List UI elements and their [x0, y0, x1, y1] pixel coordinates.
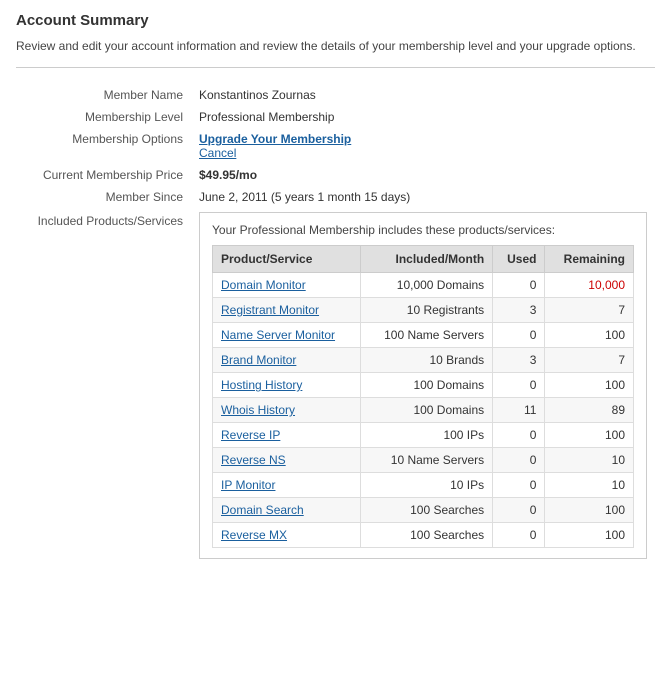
included-cell: 10 Name Servers — [360, 448, 492, 473]
membership-price-value: $49.95/mo — [191, 164, 655, 186]
table-row: Reverse MX 100 Searches0100 — [213, 523, 634, 548]
member-since-label: Member Since — [16, 186, 191, 208]
page-title: Account Summary — [16, 12, 655, 29]
products-table: Product/Service Included/Month Used Rema… — [212, 245, 634, 548]
included-products-row: Included Products/Services Your Professi… — [16, 208, 655, 563]
membership-price-label: Current Membership Price — [16, 164, 191, 186]
cancel-link[interactable]: Cancel — [199, 146, 647, 160]
remaining-cell: 100 — [545, 523, 634, 548]
remaining-cell: 100 — [545, 373, 634, 398]
included-products-box: Your Professional Membership includes th… — [199, 212, 647, 559]
used-cell: 3 — [493, 298, 545, 323]
product-link[interactable]: IP Monitor — [221, 478, 275, 492]
product-name-cell: Registrant Monitor — [213, 298, 361, 323]
used-cell: 3 — [493, 348, 545, 373]
col-product: Product/Service — [213, 246, 361, 273]
included-cell: 100 Domains — [360, 398, 492, 423]
table-row: Reverse NS 10 Name Servers010 — [213, 448, 634, 473]
col-used: Used — [493, 246, 545, 273]
product-link[interactable]: Domain Monitor — [221, 278, 306, 292]
page-description: Review and edit your account information… — [16, 37, 655, 55]
product-link[interactable]: Reverse NS — [221, 453, 286, 467]
product-name-cell: Whois History — [213, 398, 361, 423]
remaining-cell: 89 — [545, 398, 634, 423]
products-table-header: Product/Service Included/Month Used Rema… — [213, 246, 634, 273]
member-since-value: June 2, 2011 (5 years 1 month 15 days) — [191, 186, 655, 208]
membership-options-value: Upgrade Your Membership Cancel — [191, 128, 655, 164]
remaining-cell: 10 — [545, 448, 634, 473]
col-included: Included/Month — [360, 246, 492, 273]
used-cell: 0 — [493, 448, 545, 473]
remaining-cell: 7 — [545, 298, 634, 323]
table-row: IP Monitor 10 IPs010 — [213, 473, 634, 498]
used-cell: 0 — [493, 473, 545, 498]
included-products-label: Included Products/Services — [16, 208, 191, 563]
used-cell: 0 — [493, 373, 545, 398]
included-cell: 100 Searches — [360, 498, 492, 523]
product-name-cell: Domain Monitor — [213, 273, 361, 298]
remaining-cell: 100 — [545, 323, 634, 348]
included-cell: 100 IPs — [360, 423, 492, 448]
table-row: Name Server Monitor 100 Name Servers0100 — [213, 323, 634, 348]
table-row: Domain Search 100 Searches0100 — [213, 498, 634, 523]
used-cell: 0 — [493, 423, 545, 448]
membership-level-value: Professional Membership — [191, 106, 655, 128]
table-row: Domain Monitor 10,000 Domains010,000 — [213, 273, 634, 298]
product-link[interactable]: Reverse MX — [221, 528, 287, 542]
membership-price-row: Current Membership Price $49.95/mo — [16, 164, 655, 186]
remaining-cell: 7 — [545, 348, 634, 373]
included-cell: 10 Brands — [360, 348, 492, 373]
included-cell: 100 Searches — [360, 523, 492, 548]
product-name-cell: Brand Monitor — [213, 348, 361, 373]
table-row: Registrant Monitor 10 Registrants37 — [213, 298, 634, 323]
remaining-cell: 100 — [545, 498, 634, 523]
remaining-cell: 100 — [545, 423, 634, 448]
account-info-table: Member Name Konstantinos Zournas Members… — [16, 84, 655, 563]
member-name-row: Member Name Konstantinos Zournas — [16, 84, 655, 106]
col-remaining: Remaining — [545, 246, 634, 273]
product-link[interactable]: Name Server Monitor — [221, 328, 335, 342]
product-link[interactable]: Hosting History — [221, 378, 302, 392]
used-cell: 0 — [493, 498, 545, 523]
table-row: Brand Monitor 10 Brands37 — [213, 348, 634, 373]
included-cell: 100 Domains — [360, 373, 492, 398]
used-cell: 0 — [493, 323, 545, 348]
used-cell: 11 — [493, 398, 545, 423]
included-products-value: Your Professional Membership includes th… — [191, 208, 655, 563]
member-since-row: Member Since June 2, 2011 (5 years 1 mon… — [16, 186, 655, 208]
table-row: Reverse IP 100 IPs0100 — [213, 423, 634, 448]
included-intro-text: Your Professional Membership includes th… — [212, 223, 634, 237]
used-cell: 0 — [493, 273, 545, 298]
included-cell: 10 Registrants — [360, 298, 492, 323]
member-name-value: Konstantinos Zournas — [191, 84, 655, 106]
upgrade-membership-link[interactable]: Upgrade Your Membership — [199, 132, 351, 146]
remaining-cell: 10,000 — [545, 273, 634, 298]
membership-options-label: Membership Options — [16, 128, 191, 164]
product-name-cell: Reverse MX — [213, 523, 361, 548]
table-row: Whois History 100 Domains1189 — [213, 398, 634, 423]
product-link[interactable]: Whois History — [221, 403, 295, 417]
product-name-cell: IP Monitor — [213, 473, 361, 498]
product-name-cell: Hosting History — [213, 373, 361, 398]
product-name-cell: Reverse NS — [213, 448, 361, 473]
section-divider — [16, 67, 655, 68]
product-link[interactable]: Reverse IP — [221, 428, 280, 442]
used-cell: 0 — [493, 523, 545, 548]
product-link[interactable]: Domain Search — [221, 503, 304, 517]
included-cell: 10,000 Domains — [360, 273, 492, 298]
included-cell: 100 Name Servers — [360, 323, 492, 348]
product-link[interactable]: Registrant Monitor — [221, 303, 319, 317]
member-name-label: Member Name — [16, 84, 191, 106]
remaining-cell: 10 — [545, 473, 634, 498]
product-name-cell: Reverse IP — [213, 423, 361, 448]
membership-options-row: Membership Options Upgrade Your Membersh… — [16, 128, 655, 164]
product-name-cell: Domain Search — [213, 498, 361, 523]
product-name-cell: Name Server Monitor — [213, 323, 361, 348]
membership-level-row: Membership Level Professional Membership — [16, 106, 655, 128]
product-link[interactable]: Brand Monitor — [221, 353, 296, 367]
table-row: Hosting History 100 Domains0100 — [213, 373, 634, 398]
membership-level-label: Membership Level — [16, 106, 191, 128]
included-cell: 10 IPs — [360, 473, 492, 498]
